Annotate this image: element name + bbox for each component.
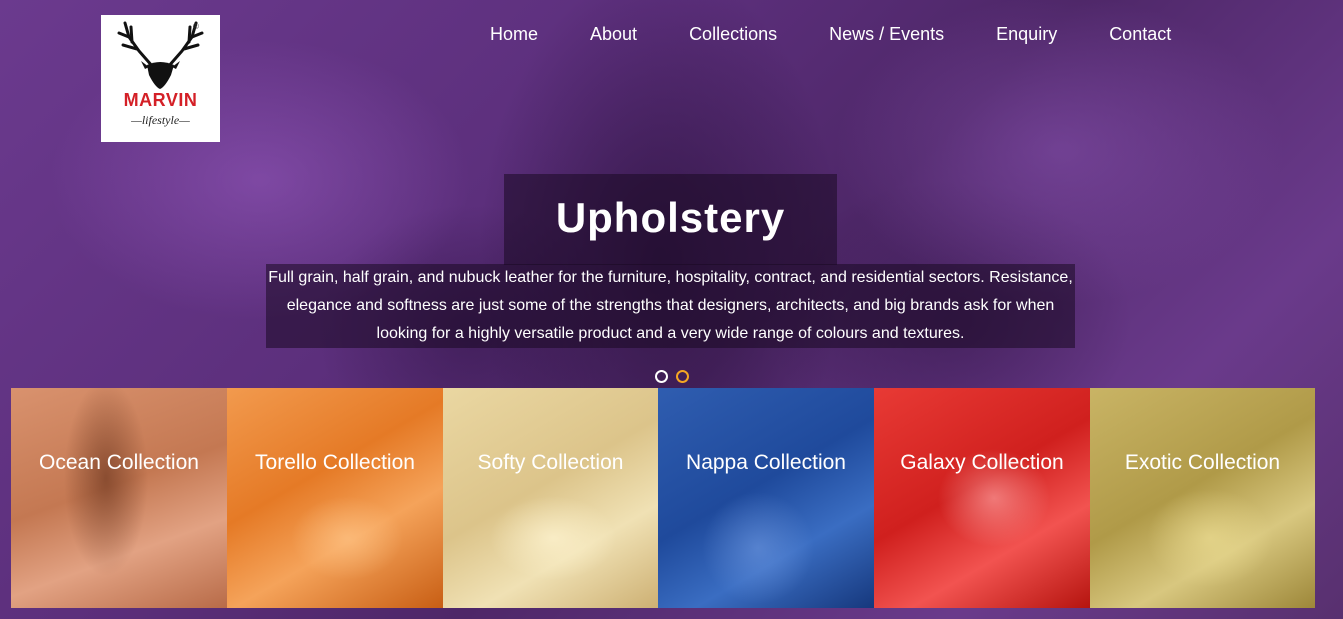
collection-label: Torello Collection xyxy=(255,451,415,474)
slider-dots xyxy=(655,370,689,383)
slider-dot-2-active[interactable] xyxy=(676,370,689,383)
main-nav: Home About Collections News / Events Enq… xyxy=(464,24,1197,46)
collection-tile-torello[interactable]: Torello Collection xyxy=(227,388,443,608)
brand-name: MARVIN xyxy=(123,90,198,110)
nav-collections[interactable]: Collections xyxy=(663,24,803,46)
nav-home[interactable]: Home xyxy=(464,24,564,46)
slider-dot-1[interactable] xyxy=(655,370,668,383)
brand-tagline-text: lifestyle xyxy=(141,113,180,127)
collection-tile-softy[interactable]: Softy Collection xyxy=(443,388,658,608)
collection-label: Ocean Collection xyxy=(39,451,199,474)
collections-grid: Ocean Collection Torello Collection Soft… xyxy=(11,388,1315,608)
collection-label: Exotic Collection xyxy=(1124,451,1281,474)
brand-tagline: —lifestyle— xyxy=(131,113,190,127)
registered-mark: ® xyxy=(193,22,199,31)
collection-label: Galaxy Collection xyxy=(900,451,1064,474)
collection-label: Nappa Collection xyxy=(686,451,846,474)
collection-tile-galaxy[interactable]: Galaxy Collection xyxy=(874,388,1090,608)
collection-tile-ocean[interactable]: Ocean Collection xyxy=(11,388,227,608)
nav-news-events[interactable]: News / Events xyxy=(803,24,970,46)
brand-logo[interactable]: ® MARVIN —lifestyle— xyxy=(101,15,220,142)
nav-contact[interactable]: Contact xyxy=(1083,24,1197,46)
hero-title: Upholstery xyxy=(555,194,786,241)
collection-tile-nappa[interactable]: Nappa Collection xyxy=(658,388,874,608)
nav-enquiry[interactable]: Enquiry xyxy=(970,24,1083,46)
nav-about[interactable]: About xyxy=(564,24,663,46)
collection-tile-exotic[interactable]: Exotic Collection xyxy=(1090,388,1315,608)
stag-head-icon xyxy=(117,21,204,89)
collection-label: Softy Collection xyxy=(477,451,624,474)
hero-description: Full grain, half grain, and nubuck leath… xyxy=(266,264,1075,348)
